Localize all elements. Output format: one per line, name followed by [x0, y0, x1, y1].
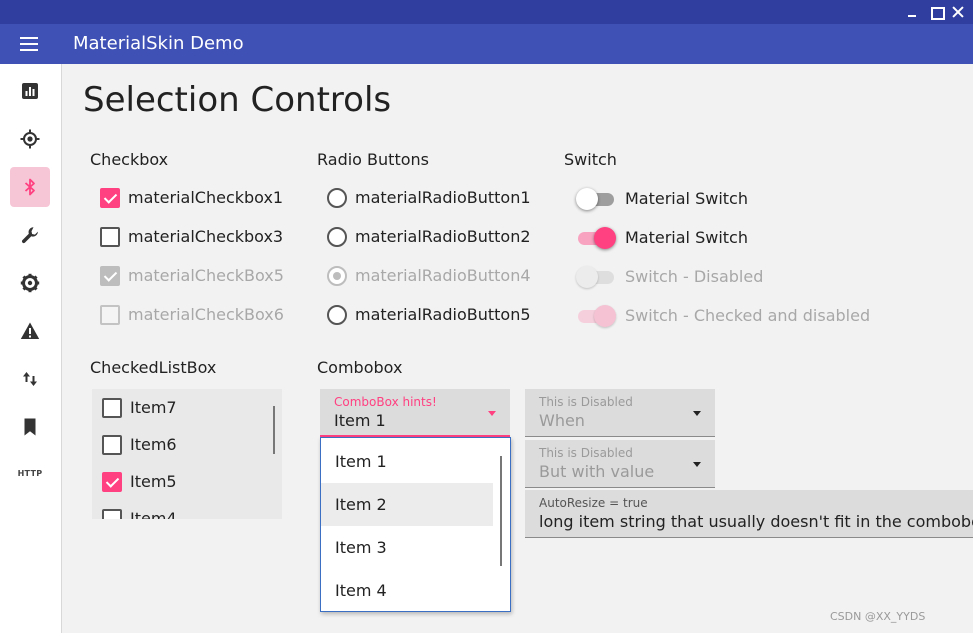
combobox-value: Item 1: [334, 411, 386, 430]
warning-icon: [20, 322, 40, 339]
switch-label: Switch - Checked and disabled: [625, 306, 871, 325]
radio-circle[interactable]: [327, 305, 347, 325]
nav-item-stats[interactable]: [10, 71, 50, 111]
combobox-value: When: [539, 411, 585, 430]
combobox-dropdown-list[interactable]: Item 1 Item 2 Item 3 Item 4: [320, 437, 511, 612]
radio-circle[interactable]: [327, 227, 347, 247]
combobox-hint: AutoResize = true: [539, 496, 648, 510]
checkbox-box-disabled-checked: [100, 266, 120, 286]
checkbox-label: materialCheckbox1: [128, 188, 284, 207]
hamburger-menu-icon[interactable]: [20, 37, 40, 53]
combobox-disabled-with-value: This is Disabled But with value: [525, 440, 715, 488]
combobox-hint: This is Disabled: [539, 446, 633, 460]
combobox-value: But with value: [539, 462, 655, 481]
app-bar: MaterialSkin Demo: [0, 24, 973, 64]
switch-label: Material Switch: [625, 189, 748, 208]
checkbox-box[interactable]: [102, 398, 122, 418]
combobox-hints[interactable]: ComboBox hints! Item 1: [320, 389, 510, 437]
dropdown-item[interactable]: Item 4: [321, 569, 493, 611]
checkbox-label: materialCheckBox5: [128, 266, 284, 285]
switch-toggle-on[interactable]: [576, 226, 616, 250]
wrench-icon: [21, 227, 38, 244]
nav-item-transfer[interactable]: [10, 359, 50, 399]
maximize-icon[interactable]: [928, 4, 945, 20]
radio-label: materialRadioButton2: [355, 227, 531, 246]
combobox-hint: This is Disabled: [539, 395, 633, 409]
switch-label: Switch - Disabled: [625, 267, 764, 286]
radio-label: materialRadioButton5: [355, 305, 531, 324]
switch-toggle-off[interactable]: [576, 187, 616, 211]
bluetooth-icon: [24, 178, 35, 196]
checkbox-label: materialCheckBox6: [128, 305, 284, 324]
list-item-label: Item7: [130, 398, 177, 417]
dropdown-arrow-icon: [693, 411, 701, 416]
dropdown-item[interactable]: Item 1: [321, 440, 493, 483]
nav-item-bluetooth[interactable]: [10, 167, 50, 207]
dropdown-arrow-icon[interactable]: [488, 411, 496, 416]
combobox-value: long item string that usually doesn't fi…: [539, 512, 973, 531]
app-title: MaterialSkin Demo: [73, 33, 244, 54]
nav-item-bookmarks[interactable]: [10, 407, 50, 447]
checkbox-box-checked[interactable]: [100, 188, 120, 208]
radio-label: materialRadioButton4: [355, 266, 531, 285]
checkbox-box-checked[interactable]: [102, 472, 122, 492]
switch-heading: Switch: [564, 150, 617, 169]
nav-item-alerts[interactable]: [10, 311, 50, 351]
checkbox-heading: Checkbox: [90, 150, 169, 169]
bookmark-icon: [24, 418, 36, 436]
radio-circle[interactable]: [327, 188, 347, 208]
nav-drawer: HTTP: [0, 64, 62, 633]
switch-toggle-disabled: [576, 265, 616, 289]
minimize-icon[interactable]: [904, 4, 920, 20]
page-title: Selection Controls: [83, 80, 392, 120]
combobox-disabled-when: This is Disabled When: [525, 389, 715, 437]
switch-label: Material Switch: [625, 228, 748, 247]
checked-list-heading: CheckedListBox: [90, 358, 217, 377]
checkbox-label: materialCheckbox3: [128, 227, 284, 246]
http-icon: HTTP: [17, 469, 43, 478]
gear-icon: [20, 273, 40, 293]
combobox-autoresize[interactable]: AutoResize = true long item string that …: [525, 490, 973, 538]
list-item-label: Item4: [130, 509, 177, 519]
swap-vertical-icon: [23, 372, 37, 386]
combobox-hint: ComboBox hints!: [334, 395, 437, 409]
gps-target-icon: [20, 129, 40, 149]
radio-heading: Radio Buttons: [317, 150, 429, 169]
checkbox-box-disabled: [100, 305, 120, 325]
checked-list-box[interactable]: Item7 Item6 Item5 Item4: [92, 389, 282, 519]
checkbox-box[interactable]: [100, 227, 120, 247]
watermark: CSDN @XX_YYDS: [830, 610, 926, 623]
nav-item-settings[interactable]: [10, 263, 50, 303]
list-item-label: Item5: [130, 472, 177, 491]
dropdown-arrow-icon: [693, 462, 701, 467]
dropdown-item-highlighted[interactable]: Item 2: [321, 483, 493, 526]
nav-item-tools[interactable]: [10, 215, 50, 255]
nav-item-http[interactable]: HTTP: [10, 455, 50, 495]
radio-circle-disabled-checked: [327, 266, 347, 286]
nav-item-location[interactable]: [10, 119, 50, 159]
scrollbar[interactable]: [500, 456, 502, 566]
combobox-heading: Combobox: [317, 358, 403, 377]
close-icon[interactable]: [950, 4, 966, 20]
checkbox-box[interactable]: [102, 435, 122, 455]
switch-toggle-checked-disabled: [576, 304, 616, 328]
window-titlebar: [0, 0, 973, 24]
scrollbar[interactable]: [273, 406, 275, 454]
radio-label: materialRadioButton1: [355, 188, 531, 207]
checkbox-box[interactable]: [102, 509, 122, 519]
list-item-label: Item6: [130, 435, 177, 454]
bar-chart-icon: [22, 83, 38, 99]
dropdown-item[interactable]: Item 3: [321, 526, 493, 569]
